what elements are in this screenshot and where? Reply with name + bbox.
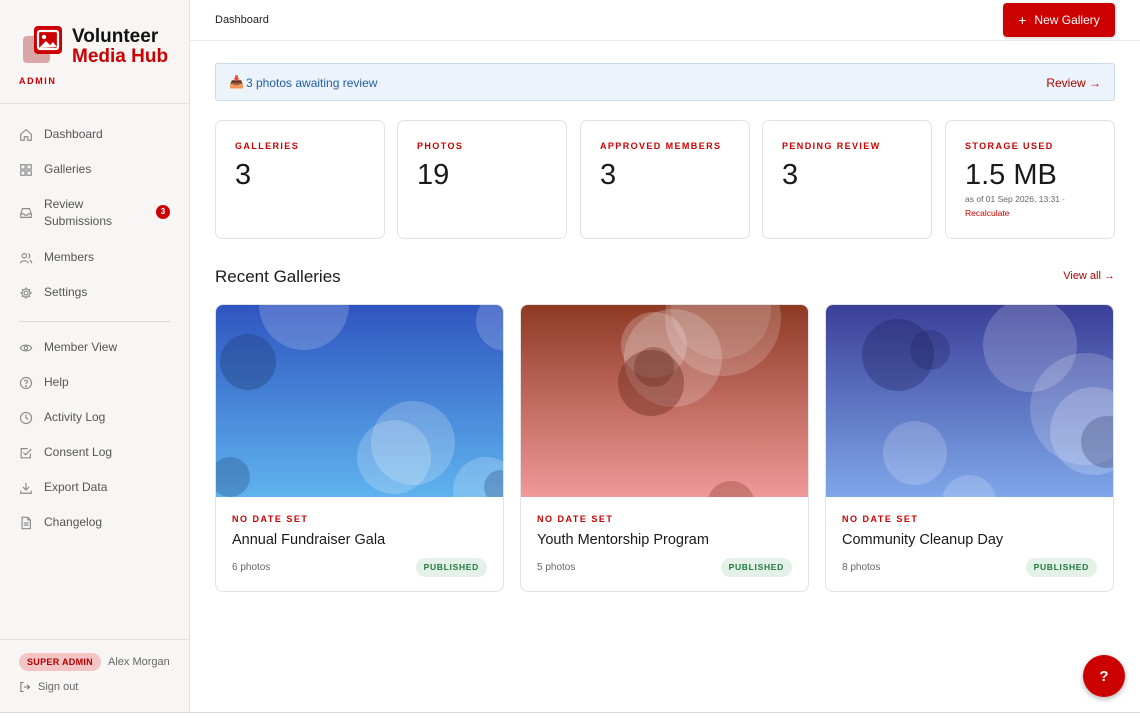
- stat-label: GALLERIES: [235, 141, 300, 151]
- review-count-badge: 3: [156, 205, 170, 219]
- gallery-card[interactable]: NO DATE SET Annual Fundraiser Gala 6 pho…: [215, 304, 504, 592]
- section-title: Recent Galleries: [215, 267, 341, 286]
- gallery-photo-count: 8 photos: [842, 562, 881, 573]
- sidebar-item-label: Dashboard: [44, 127, 103, 141]
- review-label-line2: Submissions: [44, 214, 113, 228]
- brand-name-line1: Volunteer: [72, 26, 159, 47]
- sidebar-item-label: Changelog: [44, 515, 103, 529]
- image-gallery-logo-icon: [22, 26, 62, 64]
- recalculate-link[interactable]: Recalculate: [965, 208, 1009, 218]
- gallery-cover-image: [826, 305, 1113, 497]
- new-gallery-button[interactable]: + New Gallery: [1003, 3, 1115, 37]
- bottom-divider: [0, 712, 1140, 713]
- gallery-photo-count: 6 photos: [232, 562, 271, 573]
- sidebar-item-label: Consent Log: [44, 445, 113, 459]
- inbox-icon: [20, 208, 32, 218]
- gallery-date: NO DATE SET: [842, 514, 919, 524]
- sidebar-footer-divider: [0, 639, 189, 640]
- review-link[interactable]: Review →: [1046, 76, 1101, 90]
- stat-value: 3: [782, 159, 799, 191]
- clock-icon: [19, 411, 33, 424]
- stat-value: 3: [235, 159, 252, 191]
- stat-value: 3: [600, 159, 617, 191]
- user-name: Alex Morgan: [108, 656, 170, 668]
- stat-card-pending-review: PENDING REVIEW 3: [762, 120, 932, 239]
- published-status-badge: PUBLISHED: [720, 558, 792, 577]
- stat-label: STORAGE USED: [965, 141, 1054, 151]
- published-status-badge: PUBLISHED: [415, 558, 487, 577]
- download-icon: [20, 482, 32, 494]
- sidebar-item-label: Settings: [44, 285, 88, 299]
- gallery-date: NO DATE SET: [232, 514, 309, 524]
- review-label-line1: Review: [44, 197, 84, 211]
- stat-card-galleries: GALLERIES 3: [215, 120, 385, 239]
- stat-label: PHOTOS: [417, 141, 464, 151]
- sidebar-item-review-submissions[interactable]: Review Submissions 3: [19, 196, 179, 230]
- stat-value: 1.5 MB: [965, 159, 1057, 191]
- sign-out-link[interactable]: Sign out: [19, 681, 78, 693]
- sidebar-item-label: Members: [44, 250, 95, 264]
- brand-name: Volunteer Media Hub: [72, 27, 168, 67]
- sidebar-item-label: Member View: [44, 340, 118, 354]
- sidebar-section-divider: [19, 321, 170, 322]
- stat-label: APPROVED MEMBERS: [600, 141, 722, 151]
- brand-name-line2: Media Hub: [72, 46, 169, 67]
- sidebar-item-help[interactable]: Help: [19, 374, 179, 391]
- sidebar-item-changelog[interactable]: Changelog: [19, 514, 179, 531]
- file-text-icon: [21, 516, 31, 529]
- sidebar-item-export-data[interactable]: Export Data: [19, 479, 179, 496]
- home-icon: [20, 128, 32, 141]
- gallery-photo-count: 5 photos: [537, 562, 576, 573]
- gallery-cover-image: [216, 305, 503, 497]
- sidebar-item-member-view[interactable]: Member View: [19, 339, 179, 356]
- gallery-card[interactable]: NO DATE SET Community Cleanup Day 8 phot…: [825, 304, 1114, 592]
- checkbox-icon: [20, 447, 32, 458]
- view-all-link[interactable]: View all →: [1063, 270, 1115, 282]
- users-icon: [19, 252, 33, 263]
- gallery-title: Annual Fundraiser Gala: [232, 532, 386, 548]
- sidebar-item-label: Activity Log: [44, 410, 106, 424]
- sidebar-item-label: Review Submissions: [44, 196, 112, 230]
- storage-timestamp: as of 01 Sep 2026, 13:31 ·: [965, 194, 1066, 204]
- sidebar-item-label: Help: [44, 375, 69, 389]
- published-status-badge: PUBLISHED: [1025, 558, 1097, 577]
- plus-icon: +: [1018, 12, 1027, 28]
- alert-message: 3 photos awaiting review: [246, 76, 378, 90]
- pending-review-alert: 📥 3 photos awaiting review Review →: [215, 63, 1115, 101]
- sidebar-item-label: Export Data: [44, 480, 108, 494]
- sidebar-divider: [0, 103, 189, 104]
- gallery-title: Community Cleanup Day: [842, 532, 1004, 548]
- sidebar-item-dashboard[interactable]: Dashboard: [19, 126, 179, 143]
- new-gallery-label: New Gallery: [1034, 13, 1100, 27]
- stat-value: 19: [417, 159, 450, 191]
- logout-icon: [20, 681, 31, 693]
- eye-icon: [19, 343, 33, 352]
- brand-role-label: ADMIN: [19, 76, 57, 86]
- stat-label: PENDING REVIEW: [782, 141, 881, 151]
- sidebar-item-activity-log[interactable]: Activity Log: [19, 409, 179, 426]
- help-circle-icon: [19, 376, 33, 389]
- help-fab-button[interactable]: ?: [1083, 655, 1125, 697]
- sidebar-item-consent-log[interactable]: Consent Log: [19, 444, 179, 461]
- grid-icon: [20, 163, 32, 176]
- sign-out-label: Sign out: [38, 681, 79, 693]
- sidebar-item-settings[interactable]: Settings: [19, 284, 179, 301]
- gallery-card[interactable]: NO DATE SET Youth Mentorship Program 5 p…: [520, 304, 809, 592]
- sidebar-item-galleries[interactable]: Galleries: [19, 161, 179, 178]
- gallery-date: NO DATE SET: [537, 514, 614, 524]
- top-bar: Dashboard + New Gallery: [190, 0, 1140, 41]
- sidebar-item-members[interactable]: Members: [19, 249, 179, 266]
- gallery-title: Youth Mentorship Program: [537, 532, 709, 548]
- gear-icon: [20, 286, 32, 299]
- inbox-tray-icon: 📥: [229, 75, 244, 89]
- breadcrumb: Dashboard: [215, 14, 269, 26]
- gallery-cover-image: [521, 305, 808, 497]
- sidebar: Volunteer Media Hub ADMIN Dashboard Gall…: [0, 0, 190, 712]
- stat-card-photos: PHOTOS 19: [397, 120, 567, 239]
- user-role-badge: SUPER ADMIN: [19, 653, 101, 671]
- stat-card-storage-used: STORAGE USED 1.5 MB as of 01 Sep 2026, 1…: [945, 120, 1115, 239]
- stat-card-approved-members: APPROVED MEMBERS 3: [580, 120, 750, 239]
- sidebar-item-label: Galleries: [44, 162, 92, 176]
